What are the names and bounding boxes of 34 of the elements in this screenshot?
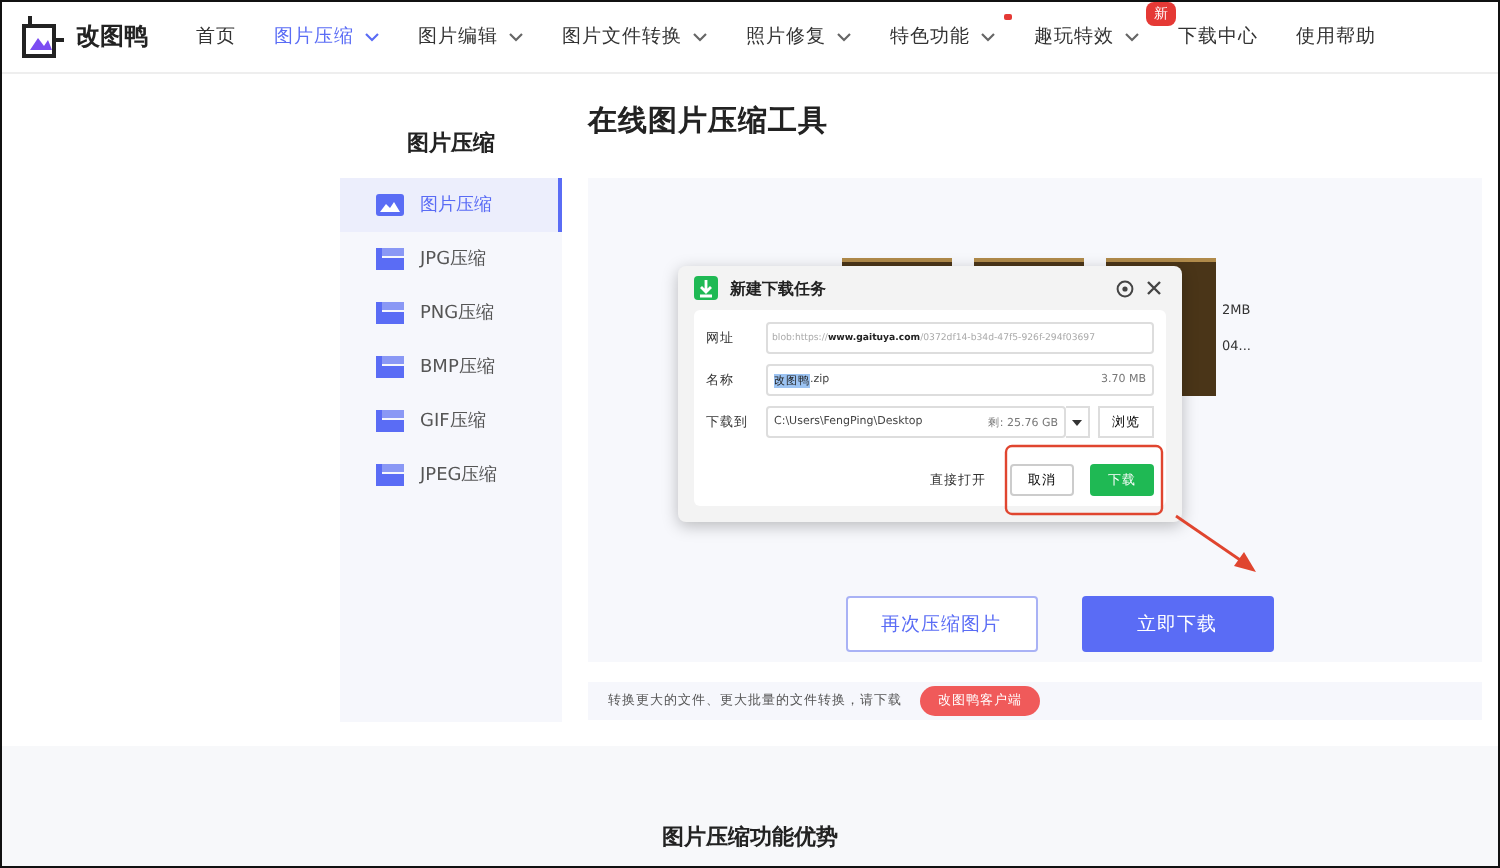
page-title: 在线图片压缩工具 — [588, 103, 830, 142]
nav-item[interactable]: 首页 — [196, 24, 236, 50]
file-format-icon — [376, 356, 404, 378]
arrow — [1175, 514, 1256, 572]
nav-item[interactable]: 照片修复 — [746, 24, 852, 50]
nav-item[interactable]: 图片文件转换 — [562, 24, 708, 50]
file-format-icon — [376, 248, 404, 270]
nav-item[interactable]: 图片压缩 — [274, 24, 380, 50]
nav-item[interactable]: 图片编辑 — [418, 24, 524, 50]
dropdown-button[interactable] — [1066, 406, 1090, 438]
file-format-icon — [376, 302, 404, 324]
settings-icon[interactable] — [1116, 279, 1134, 297]
close-icon[interactable] — [1146, 280, 1162, 296]
sidebar-item[interactable]: PNG压缩 — [340, 286, 562, 340]
sidebar-title: 图片压缩 — [405, 128, 497, 160]
sidebar-item[interactable]: GIF压缩 — [340, 394, 562, 448]
download-icon — [694, 276, 718, 300]
section-title: 图片压缩功能优势 — [662, 822, 838, 854]
nav-item[interactable]: 下载中心 — [1178, 24, 1258, 50]
nav-item[interactable]: 特色功能 — [890, 24, 996, 50]
logo-text: 改图鸭 — [76, 20, 148, 54]
file-format-icon — [376, 410, 404, 432]
sidebar-item[interactable]: 图片压缩 — [340, 178, 562, 232]
caret-icon — [1072, 419, 1082, 425]
file-format-icon — [376, 464, 404, 486]
dialog-title: 新建下载任务 — [730, 277, 826, 299]
sidebar-item[interactable]: JPEG压缩 — [340, 448, 562, 502]
image-icon — [376, 194, 404, 216]
sidebar-item[interactable]: BMP压缩 — [340, 340, 562, 394]
compress-again-button[interactable]: 再次压缩图片 — [845, 596, 1037, 652]
sidebar-item[interactable]: JPG压缩 — [340, 232, 562, 286]
nav-item[interactable]: 使用帮助 — [1296, 24, 1376, 50]
logo-icon — [20, 15, 64, 59]
download-button[interactable]: 立即下载 — [1081, 596, 1273, 652]
